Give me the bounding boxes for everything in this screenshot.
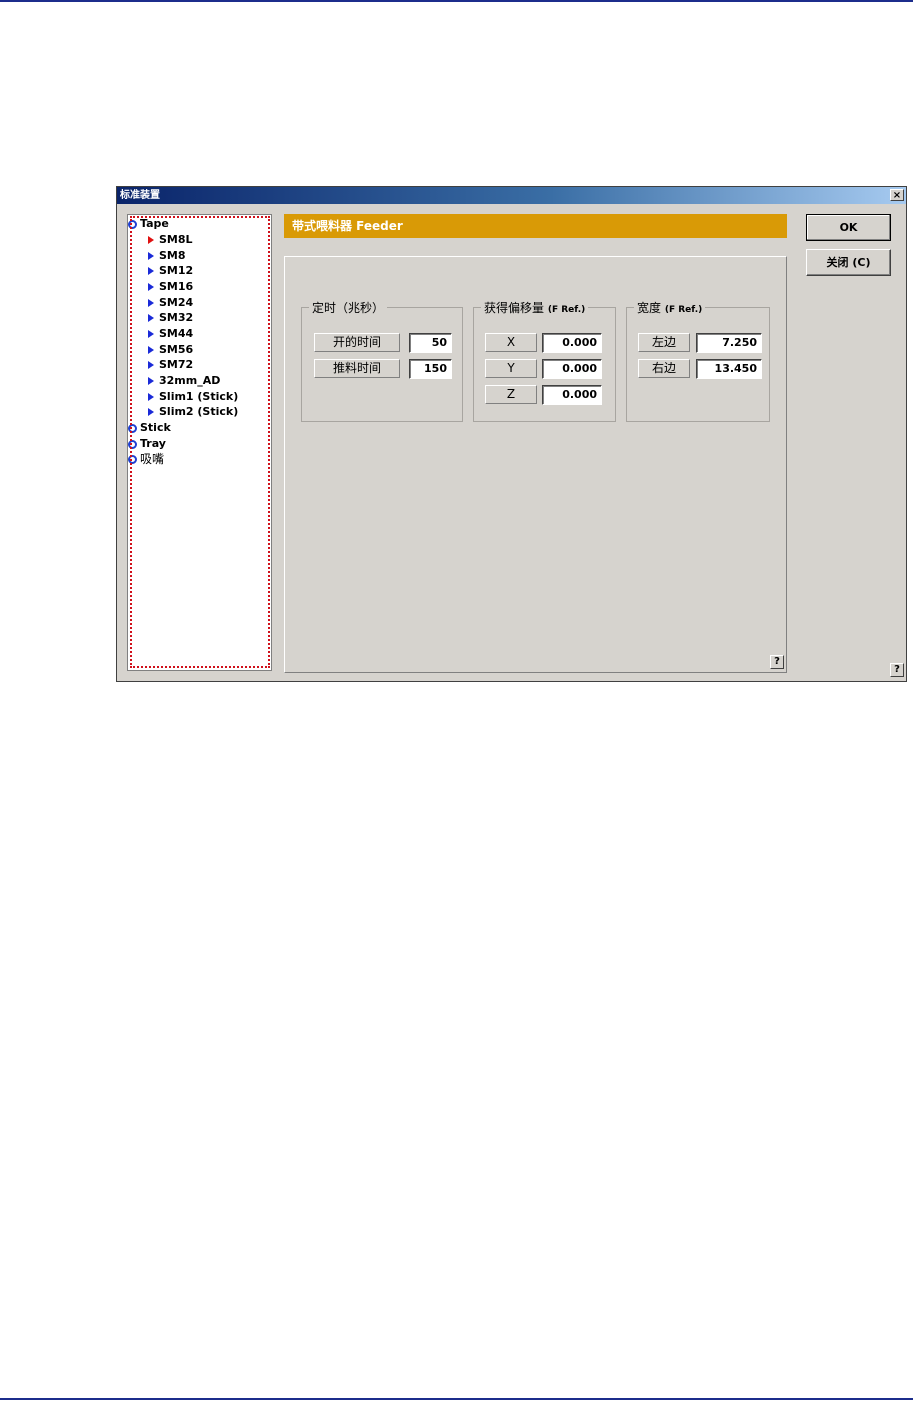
offset-x-field[interactable]: 0.000 xyxy=(542,333,602,353)
offset-y-label: Y xyxy=(485,359,537,378)
tree-item-sm44[interactable]: SM44 xyxy=(148,326,193,341)
arrow-icon xyxy=(148,393,154,401)
arrow-icon xyxy=(148,299,154,307)
arrow-icon xyxy=(148,408,154,416)
dialog-help-button[interactable]: ? xyxy=(890,663,904,677)
page-top-rule xyxy=(0,0,913,2)
timing-group: 定时（兆秒） 开的时间 50 推料时间 150 xyxy=(301,299,463,422)
arrow-icon xyxy=(148,346,154,354)
arrow-icon xyxy=(148,377,154,385)
tree-item-sm72[interactable]: SM72 xyxy=(148,357,193,372)
ok-button[interactable]: OK xyxy=(806,214,891,241)
tree-item-sm56[interactable]: SM56 xyxy=(148,342,193,357)
arrow-icon xyxy=(148,330,154,338)
tree-node-icon xyxy=(128,439,137,449)
close-window-button[interactable]: × xyxy=(890,189,904,201)
open-time-field[interactable]: 50 xyxy=(409,333,452,353)
arrow-icon xyxy=(148,252,154,260)
dialog-titlebar: 标准装置 × xyxy=(117,187,906,204)
device-tree[interactable]: Tape SM8L SM8 SM12 SM16 SM24 SM32 SM44 S… xyxy=(127,214,272,671)
offset-y-field[interactable]: 0.000 xyxy=(542,359,602,379)
tree-item-sm8l[interactable]: SM8L xyxy=(148,232,193,247)
standard-device-dialog: 标准装置 × Tape SM8L SM8 SM12 SM16 SM24 SM32… xyxy=(116,186,907,682)
tree-node-icon xyxy=(128,423,137,433)
tree-root-tape[interactable]: Tape xyxy=(128,216,169,231)
tree-item-slim2-stick[interactable]: Slim2 (Stick) xyxy=(148,404,238,419)
push-time-field[interactable]: 150 xyxy=(409,359,452,379)
feeder-settings-panel: 定时（兆秒） 开的时间 50 推料时间 150 获得偏移量 (F Ref.) X… xyxy=(284,256,787,673)
arrow-icon xyxy=(148,314,154,322)
tree-item-sm24[interactable]: SM24 xyxy=(148,295,193,310)
left-width-field[interactable]: 7.250 xyxy=(696,333,762,353)
tree-root-nozzle[interactable]: 吸嘴 xyxy=(128,452,164,467)
left-width-label: 左边 xyxy=(638,333,690,352)
tree-item-sm8[interactable]: SM8 xyxy=(148,248,186,263)
width-group: 宽度 (F Ref.) 左边 7.250 右边 13.450 xyxy=(626,299,770,422)
offset-z-field[interactable]: 0.000 xyxy=(542,385,602,405)
feeder-header: 带式喂料器 Feeder xyxy=(284,214,787,238)
arrow-icon xyxy=(148,267,154,275)
open-time-label: 开的时间 xyxy=(314,333,400,352)
tree-item-sm32[interactable]: SM32 xyxy=(148,310,193,325)
right-width-field[interactable]: 13.450 xyxy=(696,359,762,379)
offset-group-title: 获得偏移量 (F Ref.) xyxy=(481,299,589,316)
right-width-label: 右边 xyxy=(638,359,690,378)
tree-item-32mm-ad[interactable]: 32mm_AD xyxy=(148,373,220,388)
page-bottom-rule xyxy=(0,1398,913,1400)
timing-group-title: 定时（兆秒） xyxy=(309,299,388,316)
close-button[interactable]: 关闭 (C) xyxy=(806,249,891,276)
tree-item-slim1-stick[interactable]: Slim1 (Stick) xyxy=(148,389,238,404)
selected-arrow-icon xyxy=(148,236,154,244)
offset-z-label: Z xyxy=(485,385,537,404)
panel-help-button[interactable]: ? xyxy=(770,655,784,669)
offset-x-label: X xyxy=(485,333,537,352)
arrow-icon xyxy=(148,283,154,291)
tree-node-icon xyxy=(128,455,137,464)
dialog-title: 标准装置 xyxy=(120,190,160,201)
push-time-label: 推料时间 xyxy=(314,359,400,378)
tree-root-tray[interactable]: Tray xyxy=(128,436,166,451)
tree-root-stick[interactable]: Stick xyxy=(128,420,171,435)
tree-item-sm16[interactable]: SM16 xyxy=(148,279,193,294)
tree-item-sm12[interactable]: SM12 xyxy=(148,263,193,278)
width-group-title: 宽度 (F Ref.) xyxy=(634,299,706,316)
tree-node-icon xyxy=(128,219,137,229)
arrow-icon xyxy=(148,361,154,369)
offset-group: 获得偏移量 (F Ref.) X 0.000 Y 0.000 Z 0.000 xyxy=(473,299,616,422)
